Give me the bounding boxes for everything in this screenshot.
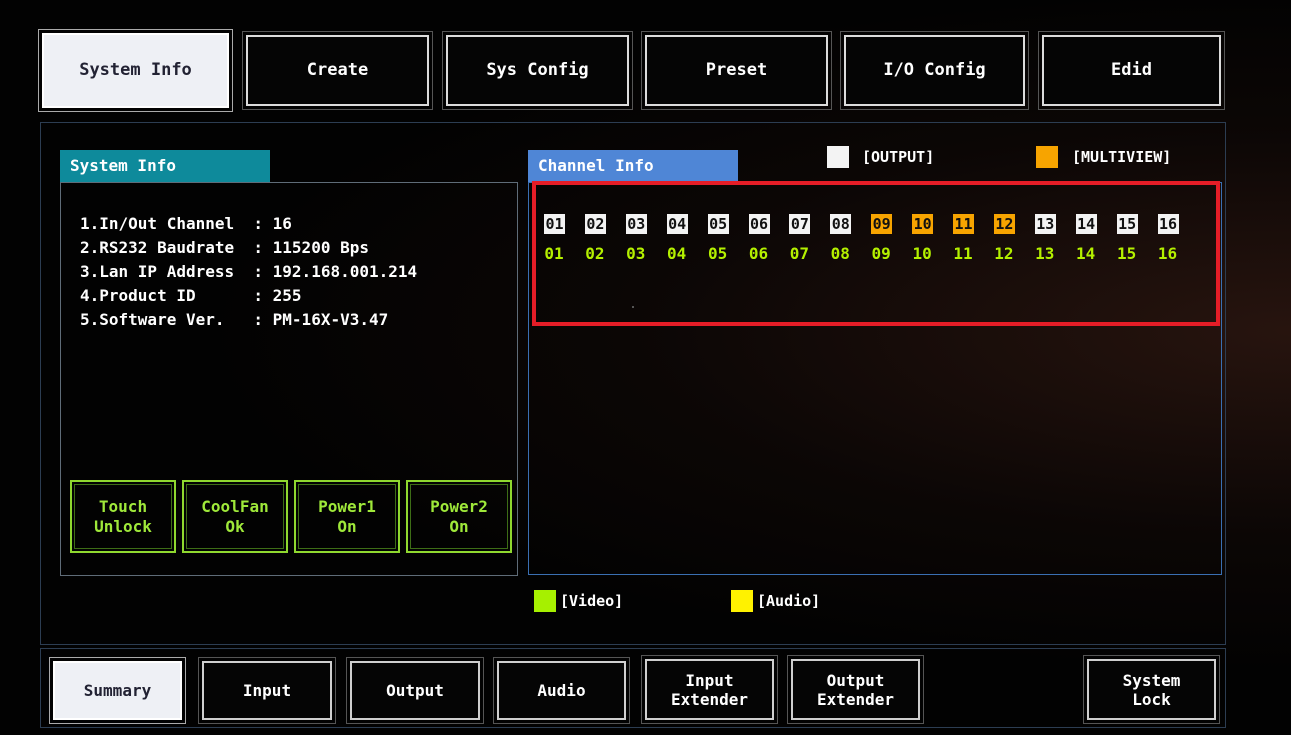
tab-summary[interactable]: Summary — [49, 657, 186, 724]
tab-output[interactable]: Output — [346, 657, 484, 724]
tab-io-config[interactable]: I/O Config — [840, 31, 1029, 110]
info-line-channels: 1.In/Out Channel : 16 — [80, 214, 292, 233]
touch-unlock-line2: Unlock — [94, 516, 152, 536]
tab-input[interactable]: Input — [198, 657, 336, 724]
multiview-legend-label: [MULTIVIEW] — [1072, 148, 1172, 166]
tab-output-extender[interactable]: Output Extender — [787, 655, 924, 724]
info-line-ip: 3.Lan IP Address : 192.168.001.214 — [80, 262, 418, 281]
info-line-baudrate: 2.RS232 Baudrate : 115200 Bps — [80, 238, 369, 257]
multiview-legend-swatch — [1036, 146, 1058, 168]
channel-info-title: Channel Info — [528, 150, 738, 183]
tab-system-lock[interactable]: System Lock — [1083, 655, 1220, 724]
power1-line1: Power1 — [318, 496, 376, 516]
coolfan-line2: Ok — [225, 516, 245, 536]
tab-create[interactable]: Create — [242, 31, 433, 110]
power2-line2: On — [449, 516, 469, 536]
video-legend-swatch — [534, 590, 556, 612]
power2-status[interactable]: Power2 On — [406, 480, 512, 553]
tab-sys-config[interactable]: Sys Config — [442, 31, 633, 110]
coolfan-line1: CoolFan — [201, 496, 269, 516]
audio-legend-label: [Audio] — [757, 592, 821, 610]
info-line-software: 5.Software Ver. : PM-16X-V3.47 — [80, 310, 389, 329]
coolfan-status[interactable]: CoolFan Ok — [182, 480, 288, 553]
info-line-product-id: 4.Product ID : 255 — [80, 286, 302, 305]
power2-line1: Power2 — [430, 496, 488, 516]
tab-audio[interactable]: Audio — [493, 657, 630, 724]
tab-system-info[interactable]: System Info — [38, 29, 233, 112]
audio-legend-swatch — [731, 590, 753, 612]
tab-edid[interactable]: Edid — [1038, 31, 1225, 110]
power1-status[interactable]: Power1 On — [294, 480, 400, 553]
system-info-title: System Info — [60, 150, 270, 183]
touch-unlock-line1: Touch — [98, 496, 148, 516]
power1-line2: On — [337, 516, 357, 536]
output-legend-label: [OUTPUT] — [862, 148, 935, 166]
tab-preset[interactable]: Preset — [641, 31, 832, 110]
touch-unlock-button[interactable]: Touch Unlock — [70, 480, 176, 553]
output-legend-swatch — [827, 146, 849, 168]
video-legend-label: [Video] — [560, 592, 624, 610]
channel-highlight-box — [532, 181, 1220, 326]
tab-input-extender[interactable]: Input Extender — [641, 655, 778, 724]
